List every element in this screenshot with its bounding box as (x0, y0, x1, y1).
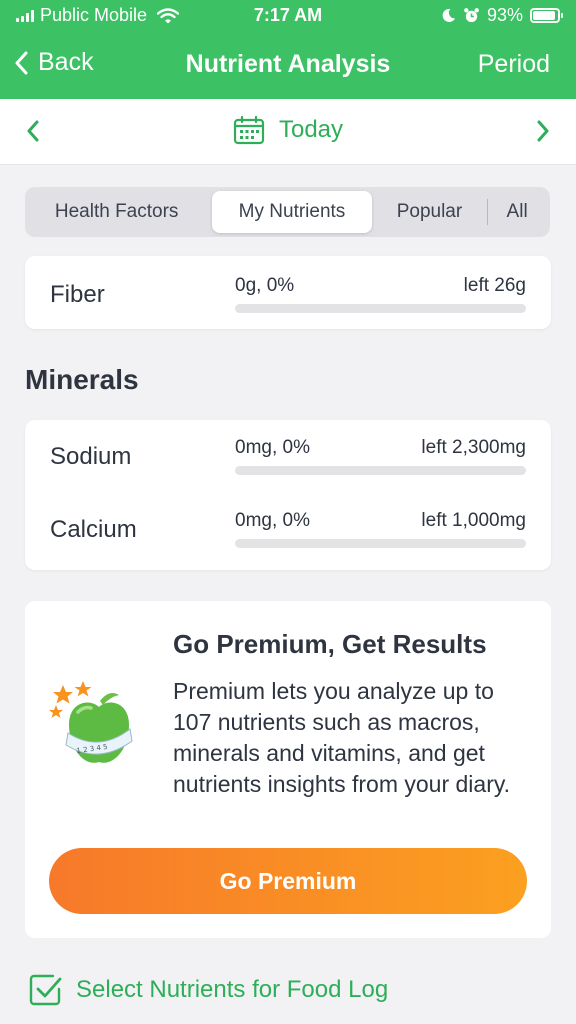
tab-popular[interactable]: Popular (372, 191, 488, 233)
nutrient-progress-bar (235, 466, 526, 475)
promo-title: Go Premium, Get Results (173, 629, 487, 659)
tab-health-factors[interactable]: Health Factors (29, 191, 204, 233)
nutrient-tabs: Health Factors My Nutrients Popular All (25, 187, 550, 237)
select-nutrients-label: Select Nutrients for Food Log (76, 976, 389, 1003)
tab-my-nutrients[interactable]: My Nutrients (212, 191, 372, 233)
nutrient-amount: 0mg, 0% (235, 437, 310, 458)
nutrient-name: Fiber (50, 281, 105, 308)
header-bar: Public Mobile 7:17 AM 93% Back Nutrient … (0, 0, 576, 99)
nutrient-remaining: left 2,300mg (421, 437, 526, 458)
apple-with-tape-measure-icon: 1 2 3 4 5 (49, 681, 133, 763)
status-bar: Public Mobile 7:17 AM 93% (0, 0, 576, 32)
battery-fill (533, 11, 556, 20)
fiber-card: Fiber 0g, 0% left 26g (25, 256, 551, 329)
date-label: Today (278, 116, 344, 143)
chevron-left-icon (15, 51, 28, 74)
period-button[interactable]: Period (478, 50, 550, 79)
next-day-button[interactable] (536, 119, 550, 143)
navigation-bar: Back Nutrient Analysis Period (0, 40, 576, 90)
minerals-card: Sodium 0mg, 0% left 2,300mg Calcium 0mg,… (25, 420, 551, 570)
go-premium-button[interactable]: Go Premium (49, 848, 527, 914)
date-selector: Today (0, 99, 576, 165)
nutrient-row-calcium[interactable]: Calcium 0mg, 0% left 1,000mg (25, 496, 551, 556)
nutrient-row-fiber[interactable]: Fiber 0g, 0% left 26g (25, 261, 551, 321)
back-button[interactable]: Back (14, 48, 94, 77)
nutrient-progress-bar (235, 539, 526, 548)
premium-promo-card: 1 2 3 4 5 Go Premium, Get Results Premiu… (25, 601, 551, 938)
checkbox-icon (29, 974, 62, 1006)
nutrient-amount: 0mg, 0% (235, 510, 310, 531)
battery-icon (530, 8, 563, 23)
nutrient-progress-bar (235, 304, 526, 313)
back-label: Back (38, 48, 94, 76)
promo-description: Premium lets you analyze up to 107 nutri… (173, 678, 511, 797)
section-title-minerals: Minerals (25, 364, 139, 395)
tab-all[interactable]: All (488, 191, 546, 233)
nutrient-remaining: left 26g (463, 275, 526, 296)
moon-icon (442, 8, 456, 22)
date-picker[interactable]: Today (0, 115, 576, 145)
battery-percent: 93% (486, 5, 523, 25)
nutrient-row-sodium[interactable]: Sodium 0mg, 0% left 2,300mg (25, 423, 551, 483)
calendar-icon (233, 115, 265, 145)
nutrient-name: Sodium (50, 443, 132, 470)
select-nutrients-link[interactable]: Select Nutrients for Food Log (28, 973, 388, 1007)
status-right-group: 93% (441, 5, 563, 26)
nutrient-remaining: left 1,000mg (421, 510, 526, 531)
nutrient-amount: 0g, 0% (235, 275, 295, 296)
alarm-icon (464, 8, 479, 23)
nutrient-name: Calcium (50, 516, 137, 543)
